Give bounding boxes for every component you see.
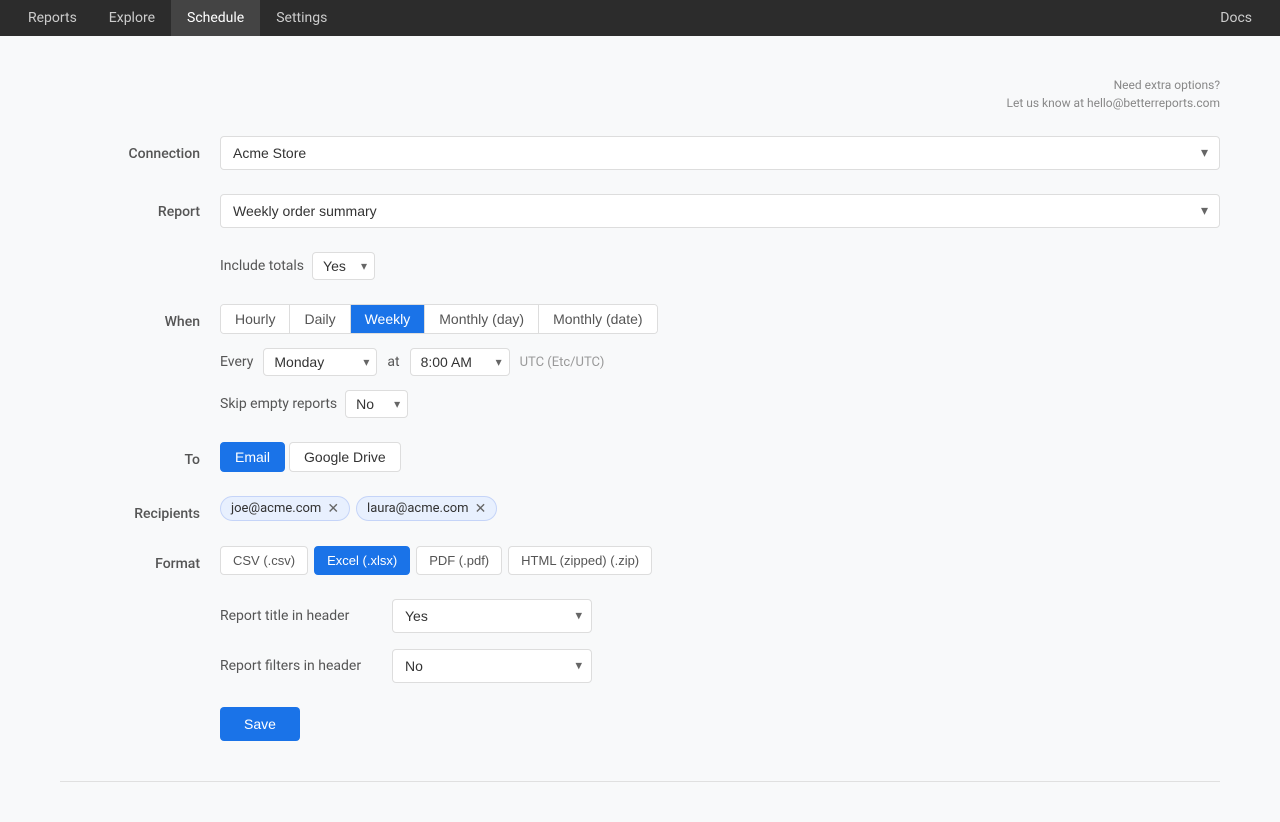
recipient-remove-joe[interactable]: ✕ [327,502,339,516]
skip-select[interactable]: No Yes [345,390,408,418]
to-btn-email[interactable]: Email [220,442,285,472]
recipient-remove-laura[interactable]: ✕ [475,502,487,516]
recipient-chip-joe: joe@acme.com ✕ [220,496,350,521]
report-control: Weekly order summary [220,194,1220,228]
recipient-chip-laura: laura@acme.com ✕ [356,496,497,521]
to-row: To Email Google Drive [60,442,1220,472]
nav-item-schedule[interactable]: Schedule [171,0,260,36]
help-text-block: Need extra options? Let us know at hello… [60,76,1220,112]
help-line1: Need extra options? [60,76,1220,94]
every-row: Every Monday Tuesday Wednesday Thursday … [220,348,1220,376]
report-select-wrapper: Weekly order summary [220,194,1220,228]
save-section: Save [60,699,1220,741]
when-control: Hourly Daily Weekly Monthly (day) Monthl… [220,304,1220,418]
to-label: To [60,442,220,468]
recipient-email-laura: laura@acme.com [367,501,469,516]
report-title-header-label: Report title in header [220,608,380,624]
format-control: CSV (.csv) Excel (.xlsx) PDF (.pdf) HTML… [220,546,1220,575]
nav-bar: Reports Explore Schedule Settings Docs [0,0,1280,36]
format-btn-pdf[interactable]: PDF (.pdf) [416,546,502,575]
nav-item-explore[interactable]: Explore [93,0,171,36]
when-row: When Hourly Daily Weekly Monthly (day) M… [60,304,1220,418]
include-totals-row: Include totals Yes No [60,252,1220,280]
bottom-divider [60,781,1220,782]
connection-control: Acme Store [220,136,1220,170]
report-filters-header-row: Report filters in header No Yes [60,649,1220,683]
format-label: Format [60,546,220,572]
to-button-group: Email Google Drive [220,442,1220,472]
recipient-email-joe: joe@acme.com [231,501,321,516]
main-content: Need extra options? Let us know at hello… [0,36,1280,822]
format-row: Format CSV (.csv) Excel (.xlsx) PDF (.pd… [60,546,1220,575]
to-control: Email Google Drive [220,442,1220,472]
report-title-select-wrapper: Yes No [392,599,592,633]
report-filters-select-wrapper: No Yes [392,649,592,683]
include-totals-select[interactable]: Yes No [312,252,375,280]
skip-label: Skip empty reports [220,396,337,412]
include-totals-label: Include totals [220,258,304,274]
skip-select-wrapper: No Yes [345,390,408,418]
to-btn-google-drive[interactable]: Google Drive [289,442,401,472]
every-label: Every [220,354,253,370]
skip-row: Skip empty reports No Yes [220,390,1220,418]
timezone-label: UTC (Etc/UTC) [520,355,605,370]
at-label: at [387,354,399,370]
report-filters-select[interactable]: No Yes [392,649,592,683]
day-select[interactable]: Monday Tuesday Wednesday Thursday Friday… [263,348,377,376]
nav-docs-link[interactable]: Docs [1204,10,1268,26]
tab-daily[interactable]: Daily [290,305,350,333]
connection-select[interactable]: Acme Store [220,136,1220,170]
time-select-wrapper: 12:00 AM 1:00 AM 2:00 AM 3:00 AM 4:00 AM… [410,348,510,376]
nav-item-reports[interactable]: Reports [12,0,93,36]
recipients-row: Recipients joe@acme.com ✕ laura@acme.com… [60,496,1220,522]
report-title-header-row: Report title in header Yes No [60,599,1220,633]
recipients-area: joe@acme.com ✕ laura@acme.com ✕ [220,496,1220,521]
format-btn-xlsx[interactable]: Excel (.xlsx) [314,546,410,575]
connection-select-wrapper: Acme Store [220,136,1220,170]
save-button[interactable]: Save [220,707,300,741]
report-filters-header-label: Report filters in header [220,658,380,674]
format-btn-csv[interactable]: CSV (.csv) [220,546,308,575]
tab-hourly[interactable]: Hourly [221,305,290,333]
connection-row: Connection Acme Store [60,136,1220,170]
tab-weekly[interactable]: Weekly [351,305,426,333]
tab-monthly-date[interactable]: Monthly (date) [539,305,656,333]
format-btn-html[interactable]: HTML (zipped) (.zip) [508,546,652,575]
include-totals-select-wrapper: Yes No [312,252,375,280]
help-line2: Let us know at hello@betterreports.com [60,94,1220,112]
frequency-tab-group: Hourly Daily Weekly Monthly (day) Monthl… [220,304,658,334]
nav-item-settings[interactable]: Settings [260,0,343,36]
tab-monthly-day[interactable]: Monthly (day) [425,305,539,333]
connection-label: Connection [60,136,220,162]
recipients-control: joe@acme.com ✕ laura@acme.com ✕ [220,496,1220,521]
report-select[interactable]: Weekly order summary [220,194,1220,228]
report-title-select[interactable]: Yes No [392,599,592,633]
format-button-group: CSV (.csv) Excel (.xlsx) PDF (.pdf) HTML… [220,546,1220,575]
recipients-label: Recipients [60,496,220,522]
main-nav: Reports Explore Schedule Settings Docs [0,0,1280,36]
report-label: Report [60,194,220,220]
when-label: When [60,304,220,330]
report-row: Report Weekly order summary [60,194,1220,228]
time-select[interactable]: 12:00 AM 1:00 AM 2:00 AM 3:00 AM 4:00 AM… [410,348,510,376]
day-select-wrapper: Monday Tuesday Wednesday Thursday Friday… [263,348,377,376]
